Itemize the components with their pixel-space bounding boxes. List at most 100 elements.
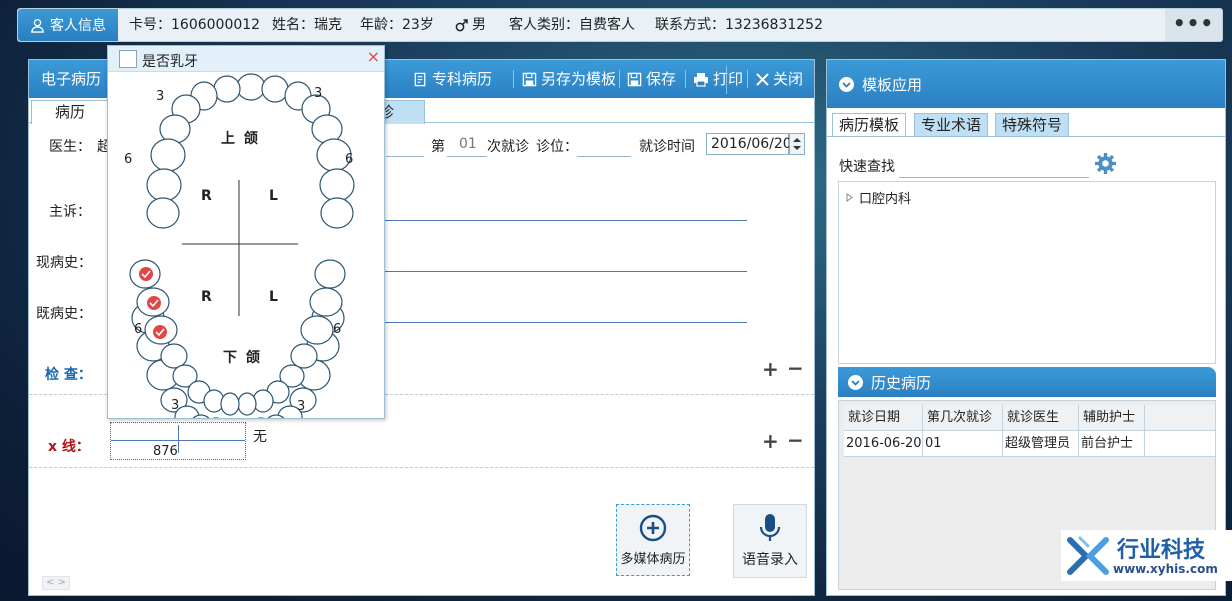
lower-left-quadrant[interactable]: L <box>269 289 278 305</box>
present-history-input[interactable] <box>384 271 747 272</box>
column-header[interactable]: 第几次就诊 <box>923 405 1003 431</box>
visit-number-input[interactable]: 01 <box>459 136 477 152</box>
popup-close-icon[interactable]: × <box>367 47 380 66</box>
tab-record[interactable]: 病历 <box>31 100 109 124</box>
save-as-template-button[interactable]: 另存为模板 <box>522 60 616 98</box>
chart-vline <box>178 425 179 453</box>
patient-info-bar: 客人信息 卡号：1606000012 姓名：瑞克 年龄：23岁 男 客人类别：自… <box>17 8 1223 42</box>
template-panel: 模板应用 病历模板 专业术语 特殊符号 快速查找 口腔内科 历史病历 就诊日期 <box>826 59 1226 596</box>
xray-remove-button[interactable]: − <box>787 428 804 452</box>
resize-handle[interactable] <box>726 66 727 94</box>
collapse-chevron-icon <box>848 374 863 390</box>
column-header[interactable]: 就诊医生 <box>1003 405 1079 431</box>
panel-title: 电子病历 <box>41 70 102 88</box>
multimedia-label: 多媒体病历 <box>620 551 686 567</box>
guest-category: 客人类别：自费客人 <box>509 17 635 33</box>
user-icon <box>31 18 44 33</box>
specialty-record-button[interactable]: 专科病历 <box>413 60 492 98</box>
expand-triangle-icon <box>846 193 853 202</box>
exam-remove-button[interactable]: − <box>787 356 804 380</box>
past-history-input[interactable] <box>384 322 747 323</box>
close-icon <box>756 72 769 86</box>
table-cell[interactable]: 2016-06-20 <box>844 431 923 457</box>
table-cell[interactable]: 超级管理员 <box>1003 431 1079 457</box>
column-header[interactable]: 就诊日期 <box>844 405 923 431</box>
lower-molars-diagram[interactable] <box>108 256 384 418</box>
print-button[interactable]: 打印 <box>693 60 743 98</box>
toolbar-divider <box>513 70 514 88</box>
upper-left-molar-number: 6 <box>345 152 354 167</box>
history-header-label: 历史病历 <box>871 373 932 392</box>
quick-search-input[interactable] <box>899 177 1089 178</box>
field-underline <box>386 156 424 157</box>
xray-tooth-chart[interactable]: 876 <box>110 422 246 460</box>
lower-jaw-label: 下 颌 <box>223 350 262 366</box>
tree-item-label: 口腔内科 <box>859 192 912 207</box>
visit-suffix: 次就诊 <box>487 139 529 155</box>
printer-icon <box>694 72 708 87</box>
company-logo: 行业科技 www.xyhis.com <box>1061 530 1232 581</box>
guest-tab-label: 客人信息 <box>50 18 106 34</box>
microphone-icon <box>759 514 781 541</box>
visit-prefix: 第 <box>431 139 445 155</box>
xray-add-button[interactable]: + <box>762 429 779 453</box>
deciduous-label: 是否乳牙 <box>142 54 198 70</box>
guest-info-tab[interactable]: 客人信息 <box>18 9 118 41</box>
complaint-input[interactable] <box>384 220 747 221</box>
save-button[interactable]: 保存 <box>627 60 676 98</box>
logo-mark-icon <box>1067 536 1109 575</box>
tab-professional-terms[interactable]: 专业术语 <box>914 113 989 137</box>
tooth-chart-popup: 是否乳牙 × 3 3 6 6 6 6 3 3 上 颌 下 颌 R L R L <box>107 45 385 419</box>
logo-name: 行业科技 <box>1117 538 1206 563</box>
past-history-label: 既病史： <box>36 306 92 322</box>
field-underline <box>447 156 487 157</box>
tab-record-templates[interactable]: 病历模板 <box>832 113 907 137</box>
section-divider <box>29 467 814 468</box>
lower-right-canine-number: 3 <box>171 398 180 413</box>
column-header[interactable]: 辅助护士 <box>1079 405 1145 431</box>
gear-icon[interactable] <box>1094 152 1117 175</box>
upper-left-quadrant[interactable]: L <box>269 188 278 204</box>
save-template-label: 另存为模板 <box>541 70 617 88</box>
patient-gender: 男 <box>455 9 486 41</box>
table-cell[interactable]: 01 <box>923 431 1003 457</box>
tree-item[interactable]: 口腔内科 <box>846 188 911 207</box>
table-cell-filler <box>1145 431 1215 457</box>
gender-label: 男 <box>472 17 486 33</box>
seat-input[interactable] <box>577 156 631 157</box>
visit-time-input[interactable]: 2016/06/20 <box>706 133 792 155</box>
present-history-label: 现病史： <box>36 255 92 271</box>
voice-input-button[interactable]: 语音录入 <box>733 504 807 578</box>
exam-add-button[interactable]: + <box>762 357 779 381</box>
template-header[interactable]: 模板应用 <box>827 60 1225 108</box>
deciduous-checkbox[interactable] <box>119 50 137 68</box>
collapse-chevron-icon <box>839 76 854 92</box>
template-header-label: 模板应用 <box>862 75 923 94</box>
contact-info: 联系方式：13236831252 <box>655 17 823 33</box>
specialty-label: 专科病历 <box>432 70 493 88</box>
toolbar-divider <box>747 70 748 88</box>
upper-arch <box>146 73 355 229</box>
seat-label: 诊位： <box>536 139 578 155</box>
table-cell[interactable]: 前台护士 <box>1079 431 1145 457</box>
more-button[interactable]: ••• <box>1165 9 1222 41</box>
xray-label: x 线： <box>48 439 90 455</box>
horizontal-scroller[interactable]: < > <box>42 576 70 590</box>
multimedia-record-button[interactable]: 多媒体病历 <box>616 504 690 576</box>
close-button[interactable]: 关闭 <box>756 60 803 98</box>
date-spinner[interactable] <box>789 133 805 155</box>
quick-search-label: 快速查找 <box>839 159 895 175</box>
xray-teeth-value: 876 <box>153 444 178 459</box>
tab-special-symbols[interactable]: 特殊符号 <box>995 113 1070 137</box>
upper-right-quadrant[interactable]: R <box>201 188 212 204</box>
history-header[interactable]: 历史病历 <box>838 367 1216 397</box>
lower-right-quadrant[interactable]: R <box>201 289 212 305</box>
add-circle-icon <box>639 514 667 541</box>
close-label: 关闭 <box>773 70 804 88</box>
exam-label: 检 查： <box>45 367 92 383</box>
male-icon <box>455 19 468 32</box>
xray-result[interactable]: 无 <box>253 426 267 446</box>
lower-left-canine-number: 3 <box>297 399 306 414</box>
upper-jaw-label: 上 颌 <box>221 131 260 147</box>
column-header-filler <box>1145 405 1215 431</box>
